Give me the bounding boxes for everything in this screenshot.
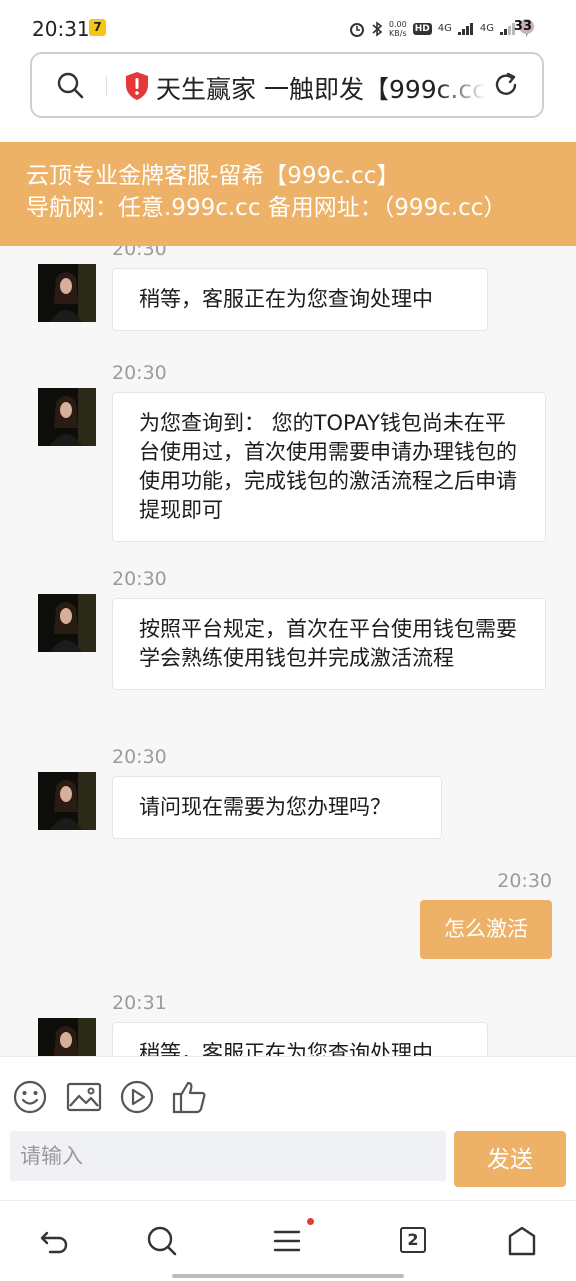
search-icon[interactable] bbox=[146, 1225, 178, 1257]
agent-avatar[interactable] bbox=[38, 772, 96, 830]
network-speed-unit: KB/s bbox=[389, 29, 407, 38]
user-message-bubble: 怎么激活 bbox=[420, 900, 552, 959]
thumbs-up-icon[interactable] bbox=[172, 1079, 208, 1115]
send-button[interactable]: 发送 bbox=[454, 1131, 566, 1187]
message-bubble: 稍等，客服正在为您查询处理中 bbox=[112, 1022, 488, 1056]
message-bubble: 请问现在需要为您办理吗？ bbox=[112, 776, 442, 839]
video-icon[interactable] bbox=[119, 1079, 155, 1115]
emoji-icon[interactable] bbox=[12, 1079, 48, 1115]
message-input[interactable] bbox=[10, 1131, 446, 1181]
browser-toolbar: 天生赢家 一触即发【999c.cc】 bbox=[0, 52, 576, 142]
message-time: 20:30 bbox=[112, 246, 167, 260]
battery-level: 33 bbox=[513, 19, 532, 34]
hd-voice-badge: HD bbox=[412, 23, 432, 35]
chat-header-banner: 云顶专业金牌客服-留希【999c.cc】 导航网：任意.999c.cc 备用网址… bbox=[0, 142, 576, 246]
bluetooth-icon bbox=[372, 21, 383, 37]
status-indicators: 0.00 KB/s HD 4G 4G bbox=[349, 17, 532, 41]
notification-dot bbox=[307, 1218, 314, 1225]
agent-avatar[interactable] bbox=[38, 264, 96, 322]
signal-2-label: 4G bbox=[479, 23, 494, 34]
message-time: 20:30 bbox=[112, 568, 167, 590]
home-indicator[interactable] bbox=[172, 1274, 404, 1278]
banner-title: 云顶专业金牌客服-留希【999c.cc】 bbox=[26, 163, 400, 189]
message-bubble: 为您查询到： 您的TOPAY钱包尚未在平台使用过，首次使用需要申请办理钱包的使用… bbox=[112, 392, 546, 542]
message-time: 20:30 bbox=[112, 362, 167, 384]
home-icon[interactable] bbox=[506, 1225, 538, 1257]
address-bar[interactable]: 天生赢家 一触即发【999c.cc】 bbox=[30, 52, 544, 118]
network-speed: 0.00 KB/s bbox=[389, 20, 407, 38]
tabs-button[interactable]: 2 bbox=[400, 1227, 426, 1253]
search-icon[interactable] bbox=[56, 71, 84, 99]
signal-1-label: 4G bbox=[437, 23, 452, 34]
banner-subtitle: 导航网：任意.999c.cc 备用网址：（999c.cc） bbox=[26, 195, 507, 221]
status-time: 20:31 bbox=[32, 17, 90, 41]
chat-message-list[interactable]: 20:30 稍等，客服正在为您查询处理中 20:30 为您查询到： 您的TOPA… bbox=[0, 246, 576, 1056]
alarm-icon bbox=[349, 23, 364, 37]
message-time: 20:30 bbox=[112, 746, 167, 768]
agent-avatar[interactable] bbox=[38, 594, 96, 652]
agent-avatar[interactable] bbox=[38, 1018, 96, 1056]
warning-shield-icon[interactable] bbox=[124, 71, 150, 101]
browser-bottom-nav: 2 bbox=[0, 1200, 576, 1281]
menu-icon[interactable] bbox=[272, 1225, 304, 1257]
status-bar: 20:31 7 0.00 KB/s HD 4G 4G 33 bbox=[0, 0, 576, 56]
signal-strength-icon bbox=[457, 23, 473, 35]
back-icon[interactable] bbox=[38, 1225, 70, 1257]
app-notification-icon: 7 bbox=[89, 19, 106, 36]
page-title-url[interactable]: 天生赢家 一触即发【999c.cc】 bbox=[156, 70, 486, 106]
message-time: 20:31 bbox=[112, 992, 167, 1014]
image-icon[interactable] bbox=[66, 1079, 102, 1115]
agent-avatar[interactable] bbox=[38, 388, 96, 446]
address-bar-divider bbox=[106, 76, 107, 96]
message-bubble: 按照平台规定，首次在平台使用钱包需要学会熟练使用钱包并完成激活流程 bbox=[112, 598, 546, 690]
message-composer: 发送 bbox=[0, 1056, 576, 1201]
message-bubble: 稍等，客服正在为您查询处理中 bbox=[112, 268, 488, 331]
refresh-icon[interactable] bbox=[492, 71, 520, 99]
network-speed-value: 0.00 bbox=[388, 20, 407, 29]
message-time: 20:30 bbox=[497, 870, 552, 892]
